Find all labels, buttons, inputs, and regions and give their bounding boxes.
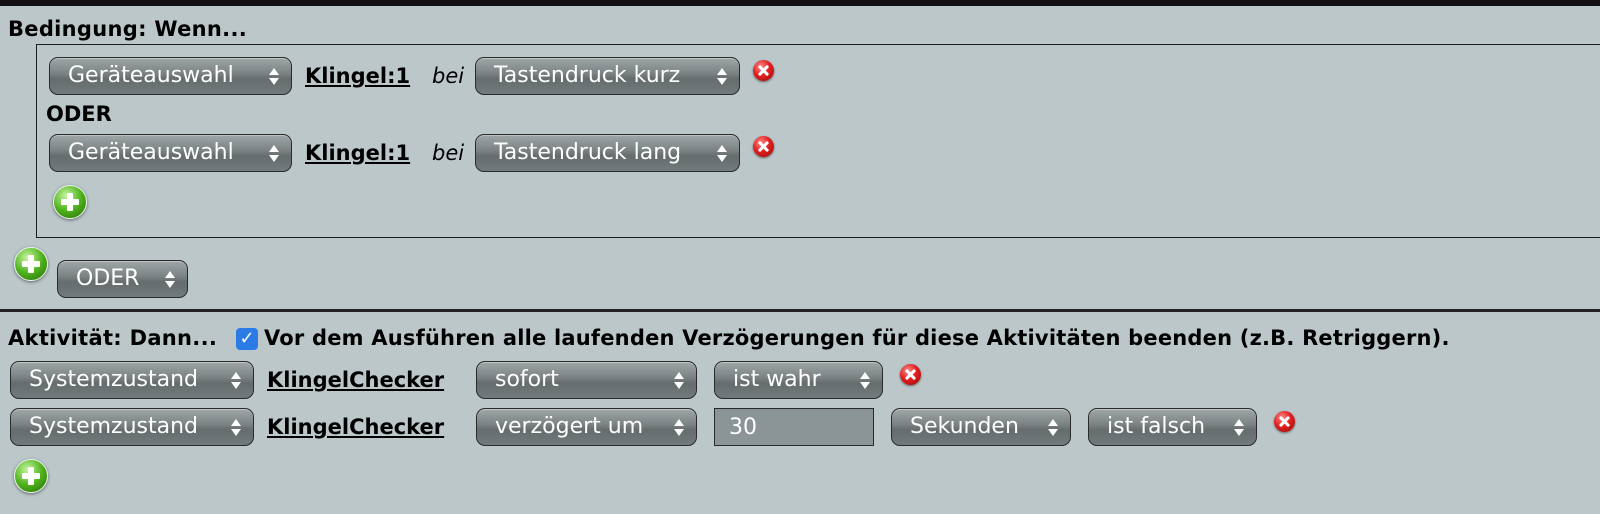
condition-heading: Bedingung: Wenn... [8,17,247,41]
add-condition-icon[interactable] [53,185,87,219]
select-value: ist falsch [1107,414,1206,439]
activity-timing-select-2[interactable]: verzögert um [476,408,697,446]
retrigger-checkbox[interactable]: ✓ [236,328,258,350]
activity-timing-select-1[interactable]: sofort [476,361,697,399]
retrigger-label: Vor dem Ausführen alle laufenden Verzöge… [264,326,1450,350]
select-value: Systemzustand [29,367,199,392]
activity-heading: Aktivität: Dann... [8,326,218,350]
select-value: ist wahr [733,367,821,392]
select-value: sofort [495,367,559,392]
select-arrows-icon [717,58,727,94]
condition-connector-1: bei [432,64,465,88]
add-activity-icon[interactable] [14,459,48,493]
select-arrows-icon [717,135,727,171]
top-border [0,0,1600,6]
condition-device-link-2[interactable]: Klingel:1 [305,134,410,172]
select-arrows-icon [674,362,684,398]
select-arrows-icon [269,135,279,171]
select-arrows-icon [269,58,279,94]
section-divider [0,309,1600,312]
condition-type-select-1[interactable]: Geräteauswahl [49,57,292,95]
select-value: Geräteauswahl [68,63,234,88]
select-value: Geräteauswahl [68,140,234,165]
activity-type-select-2[interactable]: Systemzustand [10,408,254,446]
condition-device-link-1[interactable]: Klingel:1 [305,57,410,95]
activity-target-link-2[interactable]: KlingelChecker [267,408,444,446]
activity-value-select-2[interactable]: ist falsch [1088,408,1257,446]
select-value: Systemzustand [29,414,199,439]
select-arrows-icon [231,409,241,445]
select-arrows-icon [165,261,175,297]
remove-icon[interactable] [1274,411,1295,432]
select-value: verzögert um [495,414,644,439]
select-value: Tastendruck lang [494,140,682,165]
condition-connector-2: bei [432,141,465,165]
condition-event-select-2[interactable]: Tastendruck lang [475,134,740,172]
select-arrows-icon [1048,409,1058,445]
remove-icon[interactable] [900,364,921,385]
select-arrows-icon [231,362,241,398]
select-value: ODER [76,266,140,291]
select-value: Tastendruck kurz [494,63,681,88]
activity-target-link-1[interactable]: KlingelChecker [267,361,444,399]
delay-unit-select[interactable]: Sekunden [891,408,1071,446]
select-value: Sekunden [910,414,1019,439]
remove-icon[interactable] [753,136,774,157]
select-arrows-icon [674,409,684,445]
activity-value-select-1[interactable]: ist wahr [714,361,883,399]
condition-event-select-1[interactable]: Tastendruck kurz [475,57,740,95]
select-arrows-icon [1234,409,1244,445]
select-arrows-icon [860,362,870,398]
add-condition-group-icon[interactable] [14,247,48,281]
logic-operator-select[interactable]: ODER [57,260,188,298]
or-label: ODER [46,102,112,126]
remove-icon[interactable] [753,60,774,81]
condition-type-select-2[interactable]: Geräteauswahl [49,134,292,172]
delay-value-input[interactable] [714,408,874,446]
activity-type-select-1[interactable]: Systemzustand [10,361,254,399]
